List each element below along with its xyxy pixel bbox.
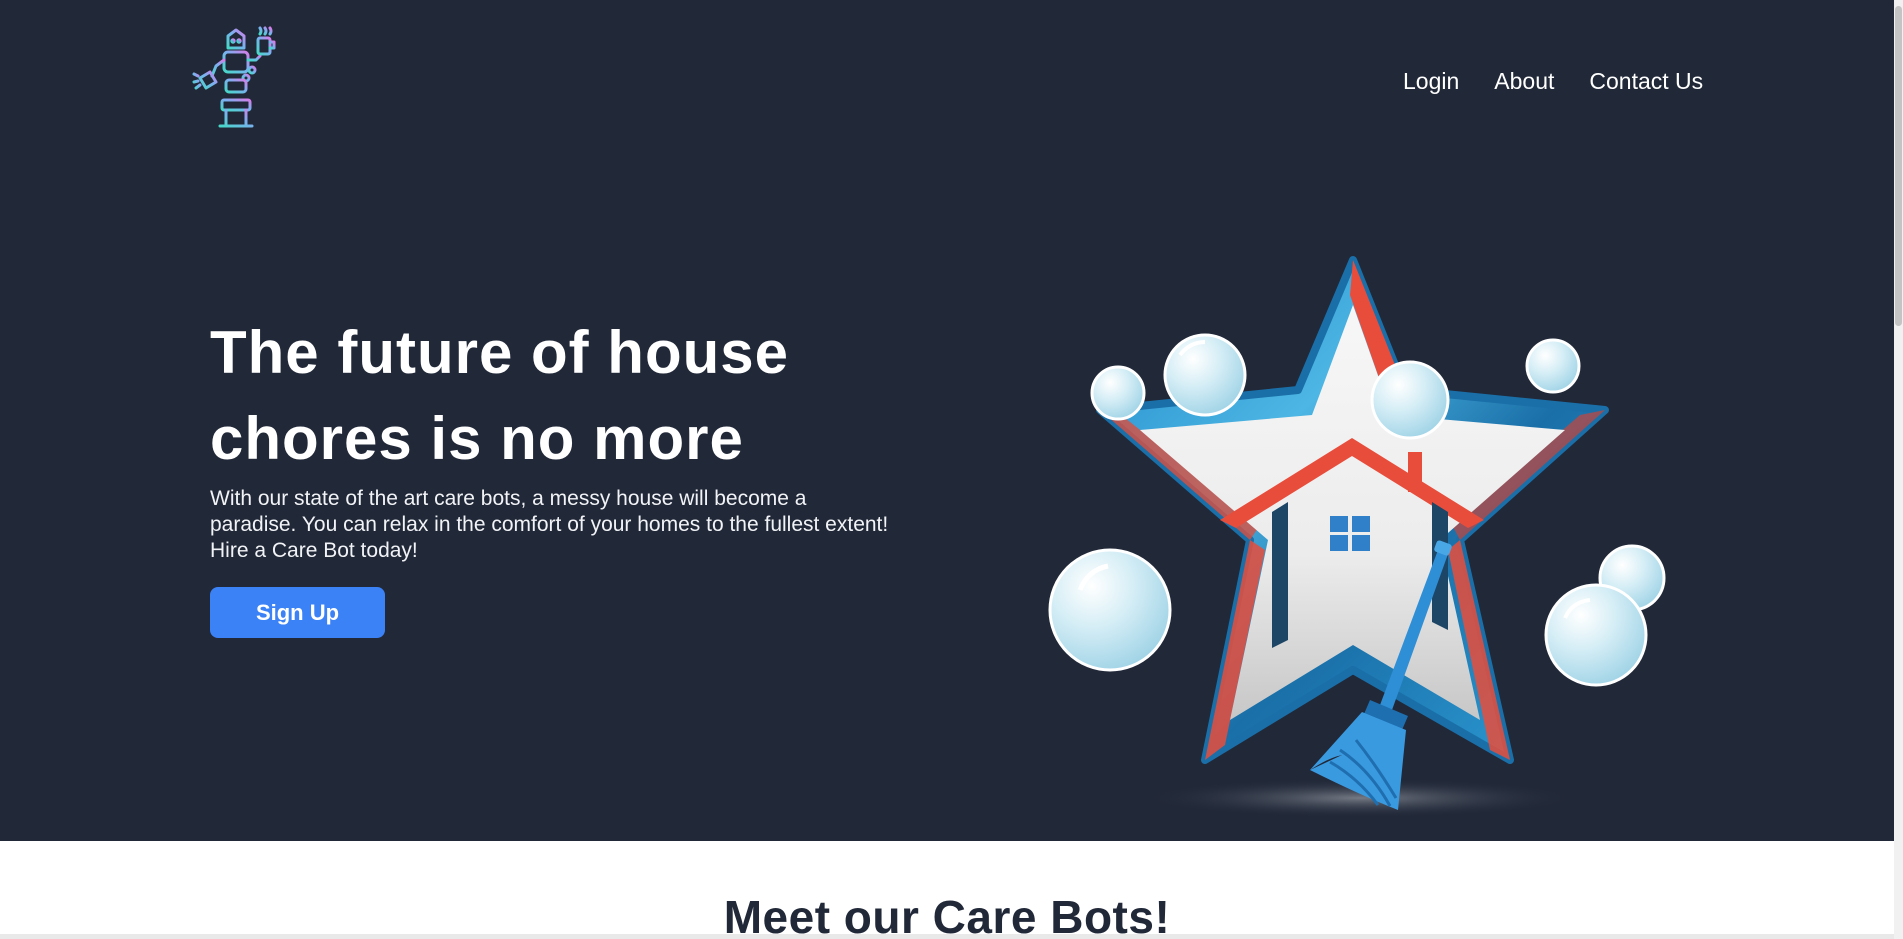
nav-contact-link[interactable]: Contact Us (1589, 68, 1703, 95)
hero-description: With our state of the art care bots, a m… (210, 487, 889, 562)
hero-section: Login About Contact Us The future of hou… (0, 0, 1894, 841)
scrollbar-thumb[interactable] (1895, 6, 1902, 326)
nav-about-link[interactable]: About (1494, 68, 1554, 95)
page: Login About Contact Us The future of hou… (0, 0, 1903, 939)
nav-login-link[interactable]: Login (1403, 68, 1459, 95)
hero-title-line-2: chores is no more (210, 405, 744, 472)
meet-care-bots-heading: Meet our Care Bots! (723, 891, 1171, 939)
bottom-strip (0, 934, 1894, 939)
page-scrollbar[interactable] (1894, 0, 1903, 939)
robot-logo-icon[interactable] (190, 26, 294, 132)
hero-title: The future of house chores is no more (210, 310, 910, 482)
hero-title-line-1: The future of house (210, 319, 789, 386)
sign-up-button[interactable]: Sign Up (210, 587, 385, 638)
house-star-illustration (1048, 256, 1666, 818)
main-nav: Login About Contact Us (1403, 68, 1703, 95)
